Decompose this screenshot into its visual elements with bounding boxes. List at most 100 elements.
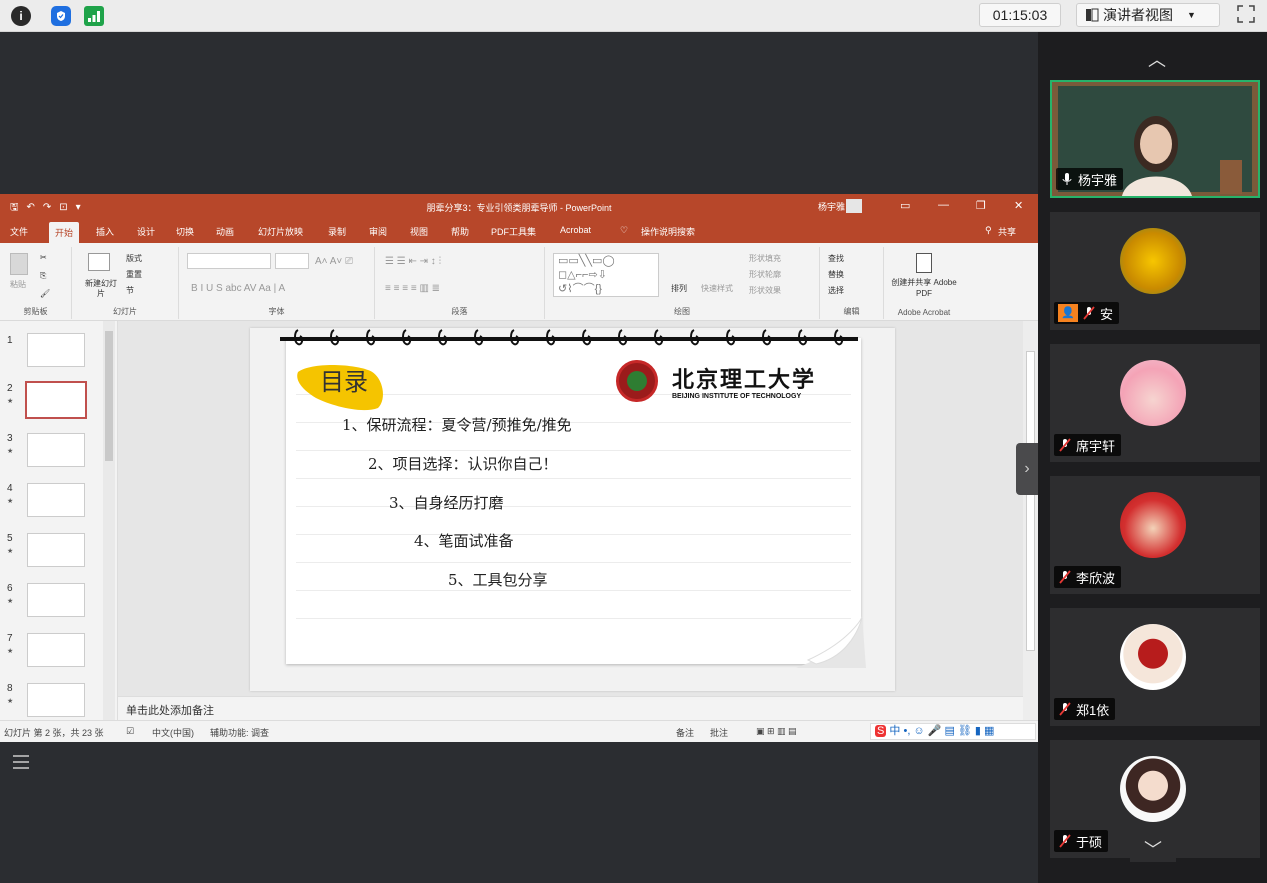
animation-star-icon: ★ [7,448,14,455]
participant-tile[interactable]: 👤 安 [1050,212,1260,330]
language-status[interactable]: 中文(中国) [152,726,194,739]
slide-scrollbar[interactable] [1023,321,1038,720]
signal-strength-icon[interactable] [84,6,104,26]
spellcheck-icon[interactable]: ☑ [126,726,134,737]
participant-tile[interactable]: 郑1依 [1050,608,1260,726]
create-pdf-icon[interactable] [916,253,932,273]
find-button[interactable]: 查找 [828,253,844,264]
participant-tile[interactable]: 席宇轩 [1050,344,1260,462]
tell-me-search[interactable]: 操作说明搜索 [641,225,695,238]
current-slide[interactable]: 目录 北京理工大学 BEIJING INSTITUTE OF TECHNOLOG… [250,328,895,691]
spiral-rings [294,329,844,346]
slide-thumbnail[interactable] [27,583,85,617]
section-button[interactable]: 节 [126,285,134,296]
tab-animations[interactable]: 动画 [216,225,234,238]
font-grow-icon[interactable]: A˄ A˅ ⎚ [315,256,353,267]
scroll-up-icon[interactable]: ︿ [1148,46,1166,72]
avatar [1120,360,1186,426]
share-button[interactable]: 共享 [998,225,1016,238]
font-format-icons[interactable]: B I U S abc AV Aa | A [191,283,285,294]
copy-icon[interactable]: ⎘ [40,271,46,281]
reset-button[interactable]: 重置 [126,269,142,280]
tab-slideshow[interactable]: 幻灯片放映 [258,225,303,238]
slide-thumbnail-selected[interactable] [25,381,87,419]
notes-pane[interactable]: 单击此处添加备注 [118,696,1023,720]
minimize-button[interactable]: — [938,199,949,211]
status-bar: 幻灯片 第 2 张，共 23 张 ☑ 中文(中国) 辅助功能: 调查 备注 批注… [0,720,1038,742]
thumb-number: 4 [7,483,13,494]
toc-item: 4、笔面试准备 [414,532,514,550]
layout-button[interactable]: 版式 [126,253,142,264]
thumb-number: 7 [7,633,13,644]
view-normal-icon[interactable]: ▣ ⊞ ▥ ▤ [756,726,797,737]
restore-button[interactable]: ❐ [976,199,986,212]
replace-button[interactable]: 替换 [828,269,844,280]
tab-design[interactable]: 设计 [137,225,155,238]
tab-transitions[interactable]: 切换 [176,225,194,238]
slide-thumbnail[interactable] [27,533,85,567]
shape-outline-button[interactable]: 形状轮廓 [749,269,781,280]
participants-panel: ︿ 杨宇雅 👤 安 席宇轩 李欣波 郑1依 于硕 ﹀ [1038,32,1267,883]
select-button[interactable]: 选择 [828,285,844,296]
menu-list-icon[interactable] [10,751,32,773]
tab-acrobat[interactable]: Acrobat [560,225,591,235]
quick-styles-button[interactable]: 快速样式 [701,283,733,294]
participant-tile-active[interactable]: 杨宇雅 [1050,80,1260,198]
tab-file[interactable]: 文件 [10,225,28,238]
tab-insert[interactable]: 插入 [96,225,114,238]
slide-thumbnail[interactable] [27,333,85,367]
slide-editing-canvas: 目录 北京理工大学 BEIJING INSTITUTE OF TECHNOLOG… [118,321,1023,706]
participant-tile[interactable]: 李欣波 [1050,476,1260,594]
create-pdf-button[interactable]: 创建并共享 Adobe PDF [890,277,958,299]
paste-icon[interactable] [10,253,28,275]
info-icon[interactable]: i [11,6,31,26]
shield-icon[interactable] [51,6,71,26]
paste-button[interactable]: 粘贴 [10,279,26,290]
adobe-group: 创建并共享 Adobe PDF Adobe Acrobat [884,247,964,319]
tab-view[interactable]: 视图 [410,225,428,238]
scrollbar-thumb[interactable] [1026,351,1035,651]
format-painter-icon[interactable]: 🖌 [40,289,50,298]
new-slide-icon[interactable] [88,253,110,271]
tab-review[interactable]: 审阅 [369,225,387,238]
fullscreen-icon[interactable] [1236,5,1256,25]
scrollbar-thumb[interactable] [105,331,113,461]
new-slide-button[interactable]: 新建幻灯片 [82,279,120,299]
slide-thumbnail[interactable] [27,483,85,517]
close-button[interactable]: ✕ [1014,199,1023,212]
shape-fill-button[interactable]: 形状填充 [749,253,781,264]
list-icons[interactable]: ☰ ☰ ⇤ ⇥ ↕ ⫶ [385,256,441,267]
slide-thumbnail[interactable] [27,433,85,467]
slide-thumbnail[interactable] [27,633,85,667]
tab-record[interactable]: 录制 [328,225,346,238]
align-icons[interactable]: ≡ ≡ ≡ ≡ ▥ ≣ [385,283,440,294]
scroll-down-icon[interactable]: ﹀ [1130,836,1176,862]
accessibility-status[interactable]: 辅助功能: 调查 [210,726,269,739]
user-avatar[interactable] [846,199,862,213]
ime-toolbar[interactable]: S 中 •, ☺ 🎤 ▤ ⛓ ▮ ▦ [870,723,1036,740]
toc-item: 1、保研流程：夏令营/预推免/推免 [342,416,572,434]
tab-pdf-tools[interactable]: PDF工具集 [491,225,536,238]
shapes-gallery[interactable]: ▭▭╲╲▭◯ ◻△⌐⌐⇨⇩ ↺⌇⌒⌒{} [553,253,659,297]
comments-toggle[interactable]: 批注 [710,726,728,739]
font-family-select[interactable] [187,253,271,269]
mic-muted-icon [1059,570,1071,584]
arrange-button[interactable]: 排列 [671,283,687,294]
share-icon[interactable]: ⚲ [985,225,992,236]
slide-thumbnail[interactable] [27,683,85,717]
cut-icon[interactable]: ✂ [40,253,47,262]
presenter-view-dropdown[interactable]: 演讲者视图 ▼ [1076,3,1220,27]
tab-help[interactable]: 帮助 [451,225,469,238]
thumbnail-scrollbar[interactable] [103,321,115,720]
font-size-select[interactable] [275,253,309,269]
university-name-cn: 北京理工大学 [672,367,817,393]
notes-toggle[interactable]: 备注 [676,726,694,739]
tab-home[interactable]: 开始 [49,222,80,243]
meeting-timer: 01:15:03 [979,3,1061,27]
shape-effects-button[interactable]: 形状效果 [749,285,781,296]
panel-collapse-handle[interactable]: › [1016,443,1038,495]
chevron-down-icon: ▼ [1187,10,1196,20]
ribbon-display-icon[interactable]: ▭ [900,199,910,212]
mic-muted-icon [1059,834,1071,848]
participant-name: 郑1依 [1076,702,1110,718]
